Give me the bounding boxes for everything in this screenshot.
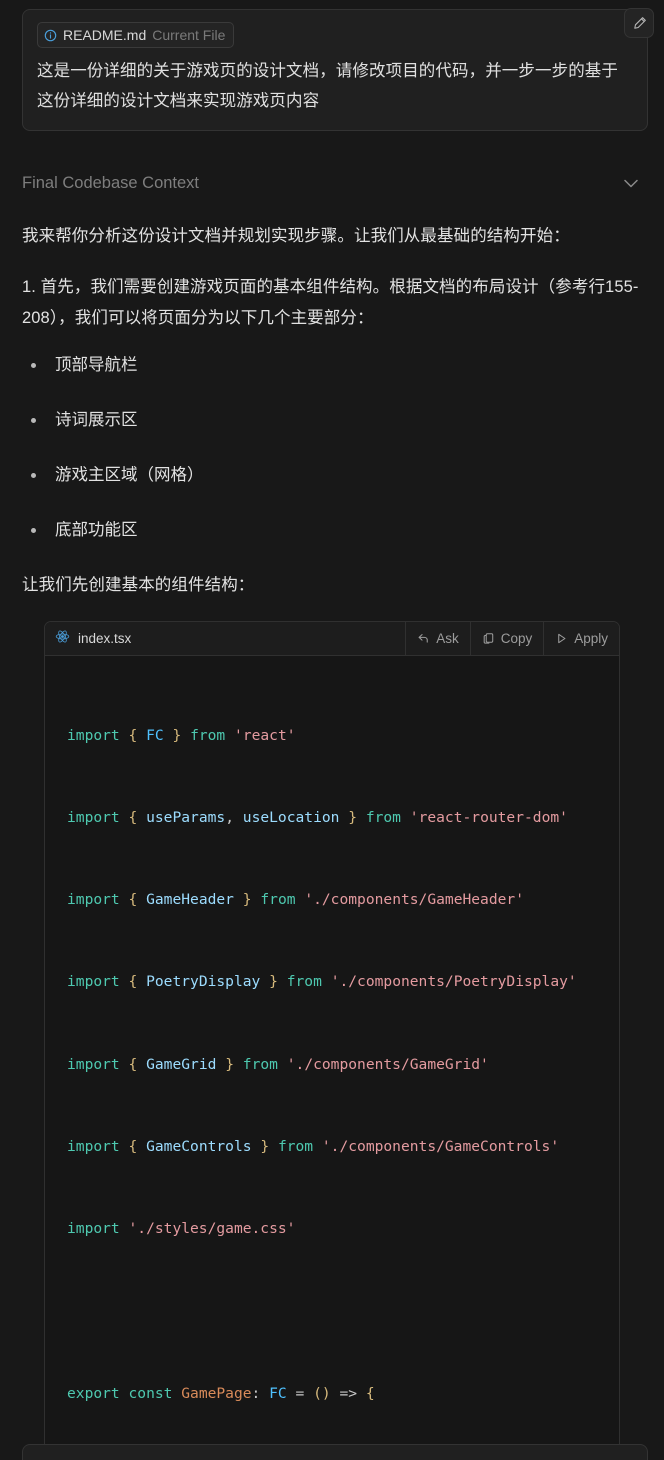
- list-item: 游戏主区域（网格）: [22, 460, 642, 490]
- list-item: 诗词展示区: [22, 405, 642, 435]
- react-icon: [55, 629, 70, 649]
- ask-button[interactable]: Ask: [406, 622, 471, 655]
- code-line: import { PoetryDisplay } from './compone…: [67, 973, 577, 991]
- assistant-message: 我来帮你分析这份设计文档并规划实现步骤。让我们从最基础的结构开始： 1. 首先，…: [22, 221, 642, 1460]
- final-codebase-context-toggle[interactable]: Final Codebase Context: [22, 163, 642, 203]
- assistant-intro-paragraph: 我来帮你分析这份设计文档并规划实现步骤。让我们从最基础的结构开始：: [22, 227, 570, 245]
- code-line: export const GamePage: FC = () => {: [67, 1384, 375, 1402]
- code-line: import { FC } from 'react': [67, 726, 296, 744]
- info-circle-icon: [44, 29, 57, 42]
- copy-button[interactable]: Copy: [471, 622, 545, 655]
- apply-button-label: Apply: [574, 631, 608, 646]
- code-block: index.tsx Ask Copy Apply import {FC} f…: [44, 621, 620, 1460]
- edit-message-button[interactable]: [624, 8, 654, 38]
- list-item: 底部功能区: [22, 515, 642, 545]
- final-codebase-context-label: Final Codebase Context: [22, 173, 200, 192]
- apply-button[interactable]: Apply: [544, 622, 619, 655]
- chat-pane: README.md Current File 这是一份详细的关于游戏页的设计文档…: [0, 0, 664, 1460]
- clipboard-icon: [482, 632, 495, 645]
- code-block-content[interactable]: import { FC } from 'react' import { useP…: [45, 656, 619, 1460]
- code-line: import { useParams, useLocation } from '…: [67, 809, 568, 827]
- assistant-step-one-paragraph: 1. 首先，我们需要创建游戏页面的基本组件结构。根据文档的布局设计（参考行155…: [22, 278, 639, 327]
- chevron-down-icon[interactable]: [620, 172, 642, 194]
- user-message-container: README.md Current File 这是一份详细的关于游戏页的设计文档…: [22, 8, 654, 131]
- code-block-header: index.tsx Ask Copy Apply: [45, 622, 619, 656]
- list-item: 顶部导航栏: [22, 350, 642, 380]
- assistant-closing-paragraph: 让我们先创建基本的组件结构：: [22, 576, 255, 594]
- code-block-filename: index.tsx: [78, 631, 132, 646]
- play-triangle-icon: [555, 632, 568, 645]
- code-line: import { GameControls } from './componen…: [67, 1137, 560, 1155]
- context-file-badge[interactable]: README.md Current File: [37, 22, 235, 48]
- user-message-bubble[interactable]: README.md Current File 这是一份详细的关于游戏页的设计文档…: [22, 9, 648, 131]
- pencil-icon: [632, 16, 647, 31]
- code-block-title: index.tsx: [45, 622, 407, 655]
- next-message-stub: [22, 1444, 648, 1460]
- code-line: import { GameHeader } from './components…: [67, 891, 524, 909]
- code-line: import './styles/game.css': [67, 1220, 296, 1238]
- context-file-name: README.md: [63, 27, 147, 43]
- context-file-label: Current File: [152, 27, 226, 43]
- reply-arrow-icon: [417, 632, 430, 645]
- code-line: import { GameGrid } from './components/G…: [67, 1055, 489, 1073]
- assistant-bullet-list: 顶部导航栏 诗词展示区 游戏主区域（网格） 底部功能区: [22, 350, 642, 545]
- ask-button-label: Ask: [436, 631, 459, 646]
- copy-button-label: Copy: [500, 631, 533, 646]
- user-message-text: 这是一份详细的关于游戏页的设计文档，请修改项目的代码，并一步一步的基于这份详细的…: [37, 62, 618, 110]
